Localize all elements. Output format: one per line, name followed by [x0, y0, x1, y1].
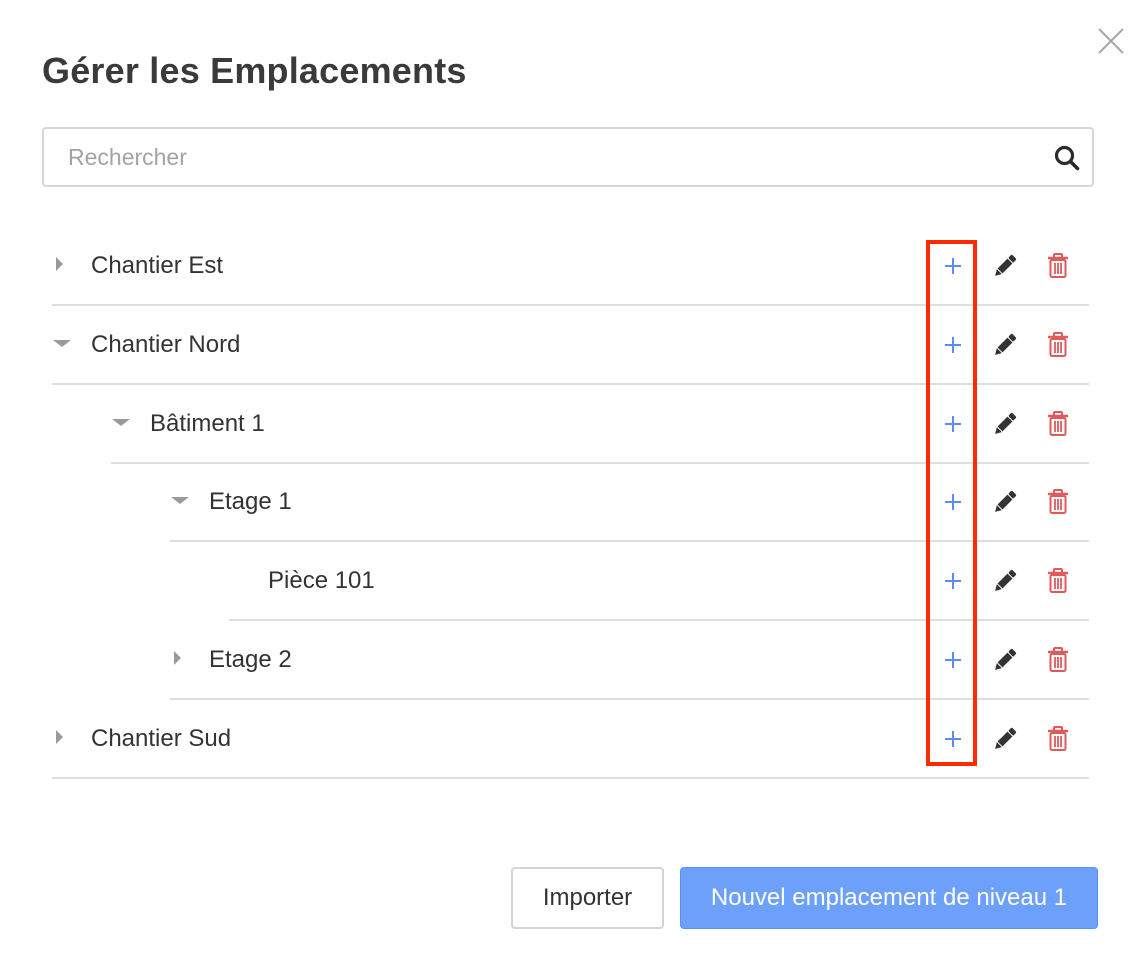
tree-row[interactable]: Chantier Nord [52, 307, 1089, 385]
add-child-button[interactable] [939, 331, 967, 359]
add-child-button[interactable] [939, 646, 967, 674]
caret-down-icon[interactable] [52, 335, 72, 355]
edit-button[interactable] [991, 567, 1019, 595]
delete-button[interactable] [1045, 567, 1073, 595]
caret-right-icon[interactable] [170, 650, 190, 670]
trash-icon [1048, 489, 1068, 515]
edit-button[interactable] [991, 646, 1019, 674]
manage-locations-dialog: Gérer les Emplacements Chantier Est Chant… [0, 0, 1146, 964]
add-child-button[interactable] [939, 410, 967, 438]
add-child-button[interactable] [939, 252, 967, 280]
search-box [42, 127, 1094, 187]
edit-button[interactable] [991, 488, 1019, 516]
tree-row[interactable]: Etage 1 [170, 464, 1089, 543]
row-divider [52, 382, 1089, 385]
pencil-icon [995, 491, 1017, 513]
plus-icon [945, 494, 961, 511]
tree-item-label: Etage 2 [209, 646, 292, 673]
tree-row[interactable]: Bâtiment 1 [111, 386, 1089, 464]
delete-button[interactable] [1045, 488, 1073, 516]
tree-item-label: Chantier Nord [91, 330, 241, 358]
delete-button[interactable] [1045, 646, 1073, 674]
trash-icon [1048, 647, 1068, 672]
trash-icon [1048, 253, 1068, 278]
plus-icon [945, 415, 961, 432]
edit-button[interactable] [991, 725, 1019, 753]
delete-button[interactable] [1045, 331, 1073, 359]
caret-down-icon[interactable] [170, 492, 190, 512]
search-icon[interactable] [1054, 145, 1080, 171]
trash-icon [1048, 725, 1068, 751]
trash-icon [1048, 410, 1068, 436]
close-button[interactable] [1096, 26, 1126, 56]
pencil-icon [995, 570, 1017, 592]
tree-row[interactable]: Pièce 101 [229, 543, 1089, 622]
tree-item-label: Bâtiment 1 [150, 409, 265, 437]
caret-right-icon[interactable] [52, 729, 72, 749]
search-input[interactable] [44, 129, 1024, 185]
trash-icon [1048, 331, 1068, 357]
row-divider [111, 461, 1089, 464]
caret-down-icon[interactable] [111, 414, 131, 434]
plus-icon [945, 336, 961, 353]
row-divider [52, 304, 1089, 306]
trash-icon [1048, 568, 1068, 594]
plus-icon [945, 258, 961, 274]
dialog-title: Gérer les Emplacements [42, 50, 467, 91]
add-child-button[interactable] [939, 725, 967, 753]
tree-row[interactable]: Chantier Sud [52, 701, 1089, 779]
edit-button[interactable] [991, 331, 1019, 359]
add-child-button[interactable] [939, 488, 967, 516]
add-child-button[interactable] [939, 567, 967, 595]
delete-button[interactable] [1045, 725, 1073, 753]
close-icon [1098, 28, 1124, 54]
delete-button[interactable] [1045, 252, 1073, 280]
caret-right-icon[interactable] [52, 256, 72, 276]
import-button[interactable]: Importer [511, 867, 664, 929]
row-divider [52, 776, 1089, 779]
tree-item-label: Pièce 101 [268, 567, 375, 595]
delete-button[interactable] [1045, 410, 1073, 438]
pencil-icon [995, 333, 1017, 355]
tree-item-label: Chantier Sud [91, 724, 232, 752]
pencil-icon [995, 412, 1017, 434]
row-divider [170, 540, 1089, 543]
plus-icon [945, 730, 961, 747]
plus-icon [945, 573, 961, 590]
row-divider [170, 698, 1089, 700]
tree-row[interactable]: Etage 2 [170, 622, 1089, 700]
tree-row[interactable]: Chantier Est [52, 228, 1089, 306]
edit-button[interactable] [991, 410, 1019, 438]
tree-item-label: Chantier Est [91, 252, 224, 279]
pencil-icon [995, 727, 1017, 749]
pencil-icon [995, 648, 1017, 670]
tree-item-label: Etage 1 [209, 488, 292, 516]
new-level1-location-button[interactable]: Nouvel emplacement de niveau 1 [680, 867, 1098, 929]
row-divider [229, 619, 1089, 622]
edit-button[interactable] [991, 252, 1019, 280]
pencil-icon [995, 254, 1017, 276]
plus-icon [945, 652, 961, 668]
